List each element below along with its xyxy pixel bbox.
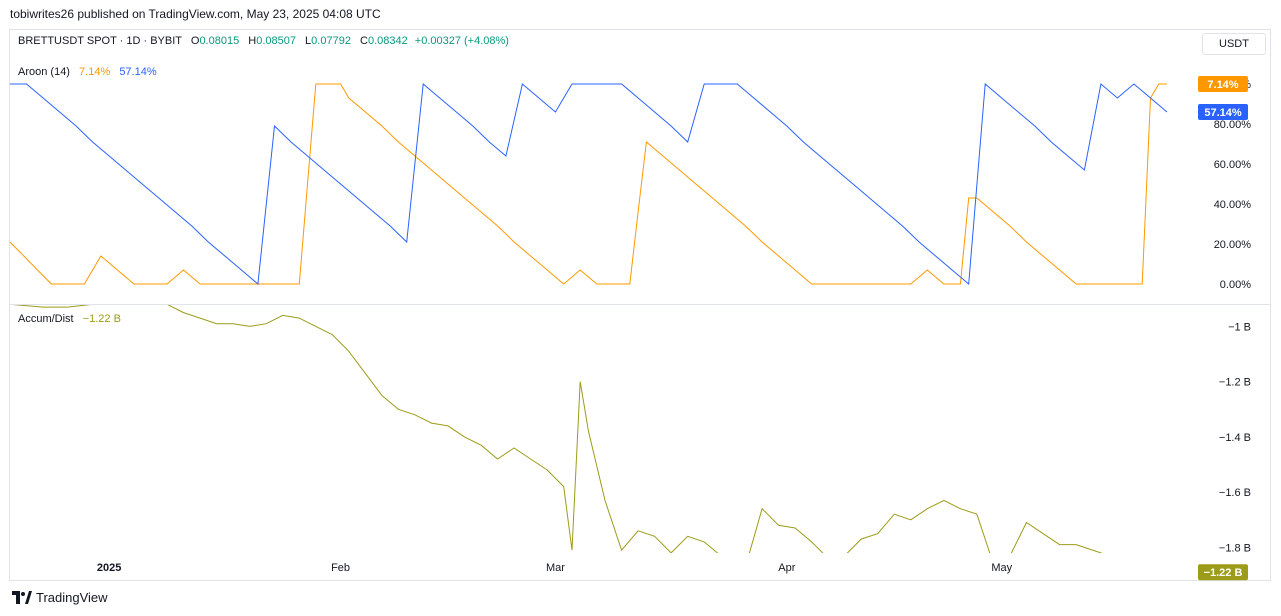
x-axis-label: Feb	[331, 562, 350, 574]
last-value-label: 7.14%	[1207, 79, 1238, 91]
accum-dist-line	[12, 305, 1103, 553]
accum-y-tick: −1.8 B	[1219, 542, 1251, 554]
aroon-up-line	[9, 83, 1167, 285]
x-axis-label: Apr	[778, 562, 795, 574]
tradingview-logo[interactable]: TradingView	[12, 590, 108, 605]
x-axis-label: 2025	[97, 562, 121, 574]
accum-y-tick: −1.2 B	[1219, 377, 1251, 389]
aroon-y-tick: 0.00%	[1220, 279, 1251, 291]
chart-svg[interactable]: 100.00%80.00%60.00%40.00%20.00%0.00%57.1…	[0, 0, 1281, 616]
tradingview-logo-icon	[12, 591, 32, 604]
tradingview-logo-text: TradingView	[36, 590, 108, 605]
accum-y-tick: −1 B	[1228, 321, 1251, 333]
accum-y-tick: −1.6 B	[1219, 487, 1251, 499]
aroon-down-line	[10, 82, 1168, 286]
x-axis-label: May	[991, 562, 1012, 574]
last-value-label: −1.22 B	[1204, 567, 1243, 579]
aroon-y-tick: 40.00%	[1214, 199, 1252, 211]
last-value-label: 57.14%	[1204, 107, 1242, 119]
aroon-y-tick: 20.00%	[1214, 239, 1252, 251]
accum-y-tick: −1.4 B	[1219, 432, 1251, 444]
aroon-y-tick: 60.00%	[1214, 159, 1252, 171]
x-axis-label: Mar	[546, 562, 565, 574]
aroon-y-tick: 80.00%	[1214, 119, 1252, 131]
